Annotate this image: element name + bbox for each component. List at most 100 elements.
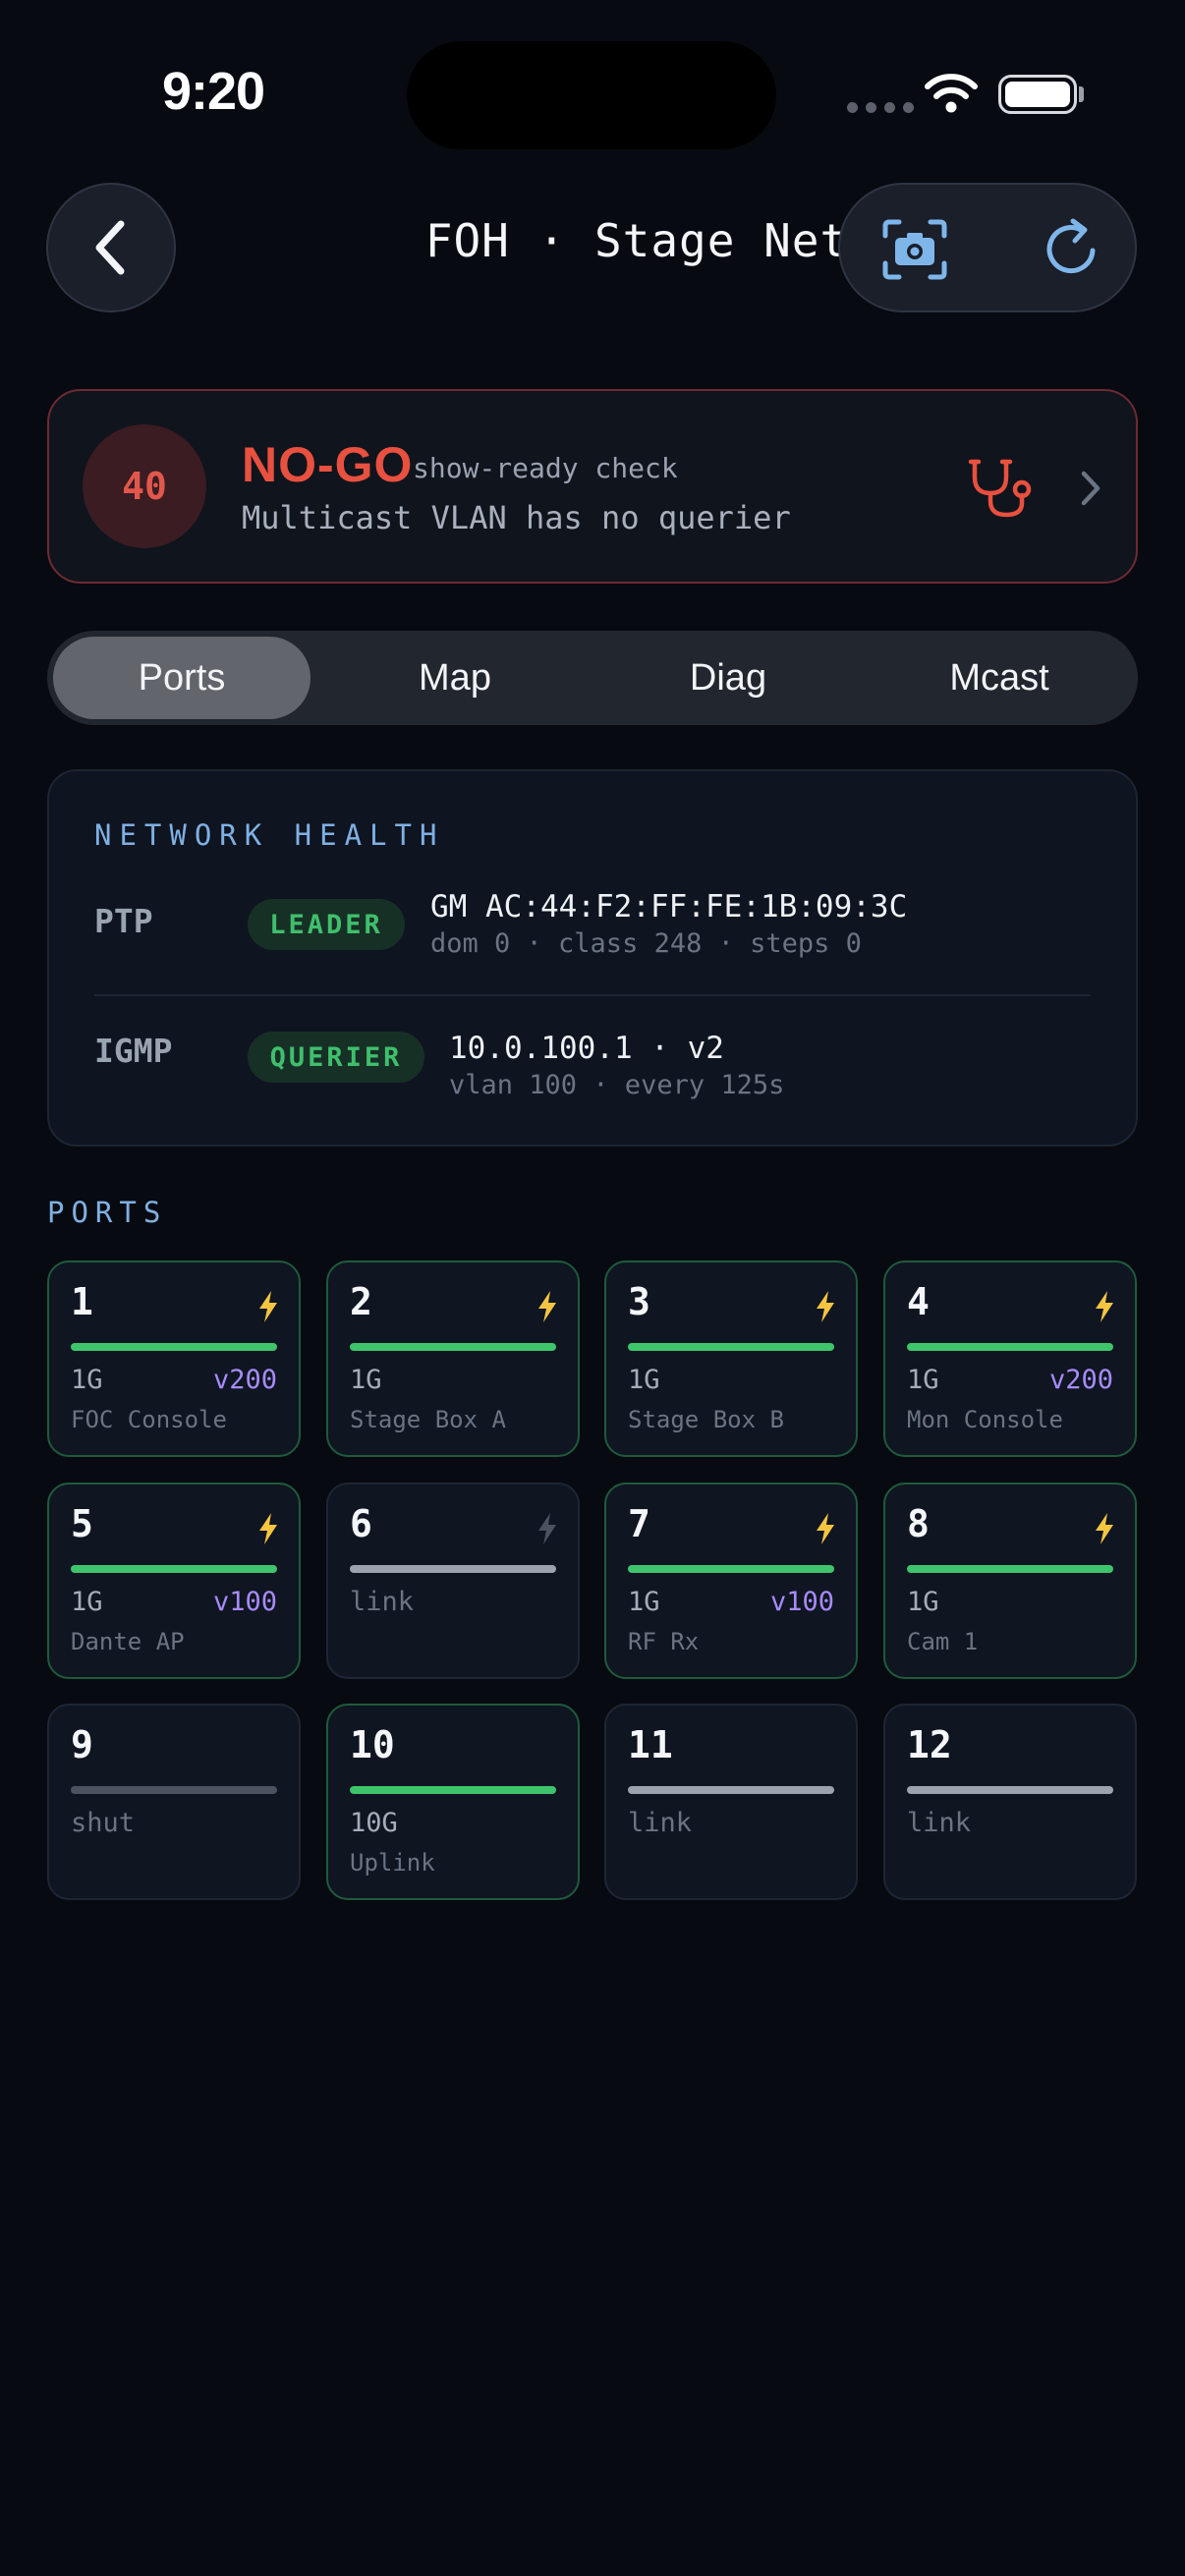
snapshot-button[interactable] <box>870 204 960 295</box>
ports-section-title: PORTS <box>47 1196 168 1229</box>
ptp-label: PTP <box>94 902 153 940</box>
port-device-name: Stage Box B <box>628 1406 784 1433</box>
port-speed: 1G <box>907 1587 939 1617</box>
show-ready-banner[interactable]: 40 NO-GO show-ready check Multicast VLAN… <box>47 389 1138 584</box>
wifi-icon <box>924 71 979 118</box>
dynamic-island <box>407 41 776 149</box>
link-status-bar <box>907 1343 1113 1351</box>
link-status-bar <box>71 1786 277 1794</box>
port-number: 12 <box>907 1723 952 1766</box>
port-tile[interactable]: 2 1G Stage Box A <box>326 1260 580 1457</box>
link-status-bar <box>71 1565 277 1573</box>
poe-icon <box>815 1290 836 1327</box>
port-vlan: v200 <box>212 1365 277 1395</box>
poe-icon <box>257 1512 279 1549</box>
port-device-name: Stage Box A <box>350 1406 506 1433</box>
poe-icon <box>1094 1290 1115 1327</box>
port-number: 1 <box>71 1280 93 1323</box>
port-tile[interactable]: 7 1G v100 RF Rx <box>604 1483 858 1679</box>
refresh-icon <box>1046 218 1096 274</box>
port-speed: 1G <box>628 1587 660 1617</box>
port-status-label: link <box>907 1808 972 1838</box>
tab-ports[interactable]: Ports <box>53 637 310 719</box>
port-speed: 1G <box>71 1587 103 1617</box>
poe-icon <box>1094 1512 1115 1549</box>
link-status-bar <box>350 1343 556 1351</box>
readiness-score: 40 <box>83 424 206 548</box>
port-tile[interactable]: 11 link <box>604 1704 858 1900</box>
battery-icon <box>998 75 1077 114</box>
port-device-name: Mon Console <box>907 1406 1063 1433</box>
port-speed: 1G <box>71 1365 103 1395</box>
link-status-bar <box>628 1786 834 1794</box>
port-number: 2 <box>350 1280 372 1323</box>
port-tile[interactable]: 3 1G Stage Box B <box>604 1260 858 1457</box>
port-number: 8 <box>907 1502 930 1545</box>
poe-icon <box>815 1512 836 1549</box>
port-tile[interactable]: 6 link <box>326 1483 580 1679</box>
port-speed: 10G <box>350 1808 398 1838</box>
verdict-label: NO-GO <box>242 437 414 492</box>
port-speed: 1G <box>907 1365 939 1395</box>
verdict-subtitle: show-ready check <box>413 452 678 484</box>
link-status-bar <box>907 1565 1113 1573</box>
port-vlan: v100 <box>769 1587 834 1617</box>
poe-icon <box>536 1512 558 1549</box>
chevron-right-icon <box>1081 471 1100 506</box>
link-status-bar <box>71 1343 277 1351</box>
view-tabs: Ports Map Diag Mcast <box>47 631 1138 725</box>
cellular-signal-icon <box>847 102 914 113</box>
network-health-card: NETWORK HEALTH PTP LEADER GM AC:44:F2:FF… <box>47 769 1138 1147</box>
ptp-role-badge: LEADER <box>248 899 405 950</box>
port-tile[interactable]: 1 1G v200 FOC Console <box>47 1260 301 1457</box>
port-tile[interactable]: 12 link <box>883 1704 1137 1900</box>
port-tile[interactable]: 5 1G v100 Dante AP <box>47 1483 301 1679</box>
tab-mcast[interactable]: Mcast <box>871 637 1128 719</box>
refresh-button[interactable] <box>1027 204 1117 295</box>
port-tile[interactable]: 4 1G v200 Mon Console <box>883 1260 1137 1457</box>
port-device-name: RF Rx <box>628 1628 700 1655</box>
page-title: FOH · Stage Net <box>424 214 849 267</box>
port-speed: 1G <box>350 1365 382 1395</box>
ptp-details: dom 0 · class 248 · steps 0 <box>430 928 862 959</box>
link-status-bar <box>907 1786 1113 1794</box>
poe-icon <box>536 1290 558 1327</box>
port-device-name: Dante AP <box>71 1628 185 1655</box>
port-device-name: Cam 1 <box>907 1628 979 1655</box>
igmp-label: IGMP <box>94 1032 173 1070</box>
port-number: 5 <box>71 1502 93 1545</box>
link-status-bar <box>628 1565 834 1573</box>
port-number: 9 <box>71 1723 93 1766</box>
igmp-querier: 10.0.100.1 · v2 <box>449 1031 724 1066</box>
port-number: 6 <box>350 1502 372 1545</box>
battery-tip <box>1079 86 1084 102</box>
port-number: 7 <box>628 1502 650 1545</box>
verdict-message: Multicast VLAN has no querier <box>242 499 791 536</box>
port-vlan: v100 <box>212 1587 277 1617</box>
port-device-name: Uplink <box>350 1849 435 1876</box>
link-status-bar <box>350 1786 556 1794</box>
header-actions <box>838 183 1137 312</box>
port-number: 3 <box>628 1280 650 1323</box>
port-speed: 1G <box>628 1365 660 1395</box>
section-title: NETWORK HEALTH <box>94 818 445 852</box>
ptp-grandmaster: GM AC:44:F2:FF:FE:1B:09:3C <box>430 889 908 924</box>
port-vlan: v200 <box>1048 1365 1113 1395</box>
tab-map[interactable]: Map <box>326 637 584 719</box>
igmp-role-badge: QUERIER <box>248 1032 424 1083</box>
camera-icon <box>882 219 947 280</box>
port-status-label: shut <box>71 1808 136 1838</box>
poe-icon <box>257 1290 279 1327</box>
igmp-details: vlan 100 · every 125s <box>449 1070 785 1100</box>
port-tile[interactable]: 9 shut <box>47 1704 301 1900</box>
link-status-bar <box>350 1565 556 1573</box>
stethoscope-icon <box>968 459 1032 518</box>
port-number: 4 <box>907 1280 930 1323</box>
port-device-name: FOC Console <box>71 1406 227 1433</box>
tab-diag[interactable]: Diag <box>599 637 857 719</box>
port-status-label: link <box>350 1587 415 1617</box>
port-number: 11 <box>628 1723 673 1766</box>
port-tile[interactable]: 10 10G Uplink <box>326 1704 580 1900</box>
port-tile[interactable]: 8 1G Cam 1 <box>883 1483 1137 1679</box>
port-status-label: link <box>628 1808 693 1838</box>
